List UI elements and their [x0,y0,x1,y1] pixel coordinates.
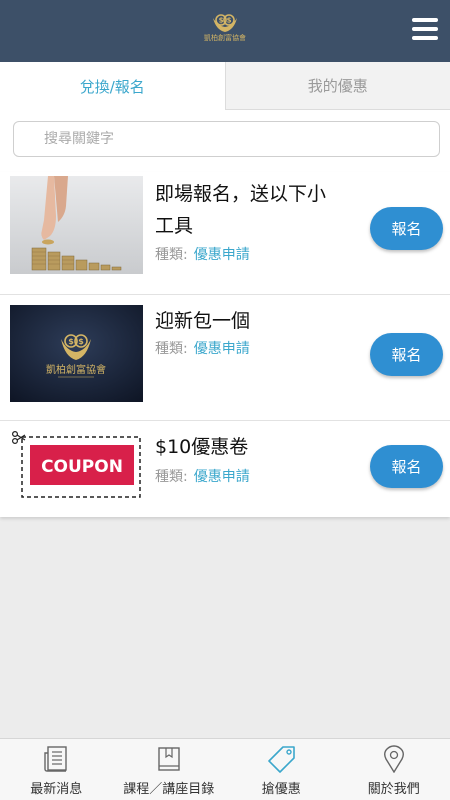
nav-course-catalog[interactable]: 課程／講座目錄 [113,739,226,800]
association-logo[interactable]: $ $ 凱柏創富協會 [204,12,246,48]
coupon-text: COUPON [41,457,123,477]
offer-category: 種類: 優惠申請 [155,338,250,358]
offer-category: 種類: 優惠申請 [155,244,250,264]
list-item[interactable]: COUPON $10優惠卷 種類: 優惠申請 報名 [0,421,450,517]
category-value: 優惠申請 [193,247,250,263]
coins-photo [10,176,143,274]
nav-label: 課程／講座目錄 [123,782,215,797]
book-icon [158,747,180,771]
offer-title: 即場報名，送以下小工具 [155,183,327,237]
thumb-logo-text: 凱柏創富協會 [46,363,106,376]
tag-icon [268,746,296,773]
svg-text:$: $ [219,17,224,25]
bottom-nav: 最新消息 課程／講座目錄 搶優惠 關於我們 [0,738,450,800]
nav-grab-offers[interactable]: 搶優惠 [225,739,338,800]
top-bar: $ $ 凱柏創富協會 [0,0,450,62]
svg-text:$: $ [227,17,232,25]
signup-button[interactable]: 報名 [370,207,443,250]
tab-bar: 兌換/報名 我的優惠 [0,62,450,110]
svg-text:$: $ [68,337,74,346]
svg-text:$: $ [78,337,84,346]
logo-emblem-icon: $ $ [213,14,237,32]
category-label: 種類: [155,247,188,263]
tab-redeem-signup[interactable]: 兌換/報名 [0,62,225,110]
signup-button[interactable]: 報名 [370,445,443,488]
offer-title: $10優惠卷 [155,436,249,458]
category-value: 優惠申請 [193,469,250,485]
category-value: 優惠申請 [193,341,250,357]
logo-text: 凱柏創富協會 [204,34,246,42]
nav-latest-news[interactable]: 最新消息 [0,739,113,800]
offer-list: 即場報名，送以下小工具 種類: 優惠申請 報名 $ $ 凱柏創富協會 迎新包一個… [0,172,450,517]
nav-about-us[interactable]: 關於我們 [338,739,450,800]
list-item[interactable]: 即場報名，送以下小工具 種類: 優惠申請 報名 [0,172,450,295]
signup-button[interactable]: 報名 [370,333,443,376]
tab-my-offers[interactable]: 我的優惠 [224,62,450,110]
offer-category: 種類: 優惠申請 [155,466,250,486]
nav-label: 最新消息 [30,782,83,797]
nav-label: 搶優惠 [261,782,301,797]
nav-label: 關於我們 [367,782,420,797]
hamburger-menu-icon[interactable] [412,18,438,40]
offer-title: 迎新包一個 [155,310,251,332]
newspaper-icon [44,746,67,772]
location-pin-icon [383,745,404,773]
association-logo-photo: $ $ 凱柏創富協會 [10,305,143,402]
category-label: 種類: [155,469,188,485]
list-item[interactable]: $ $ 凱柏創富協會 迎新包一個 種類: 優惠申請 報名 [0,295,450,421]
search-input[interactable] [13,121,440,157]
coupon-image: COUPON [10,429,143,501]
category-label: 種類: [155,341,188,357]
search-bar [0,110,450,172]
